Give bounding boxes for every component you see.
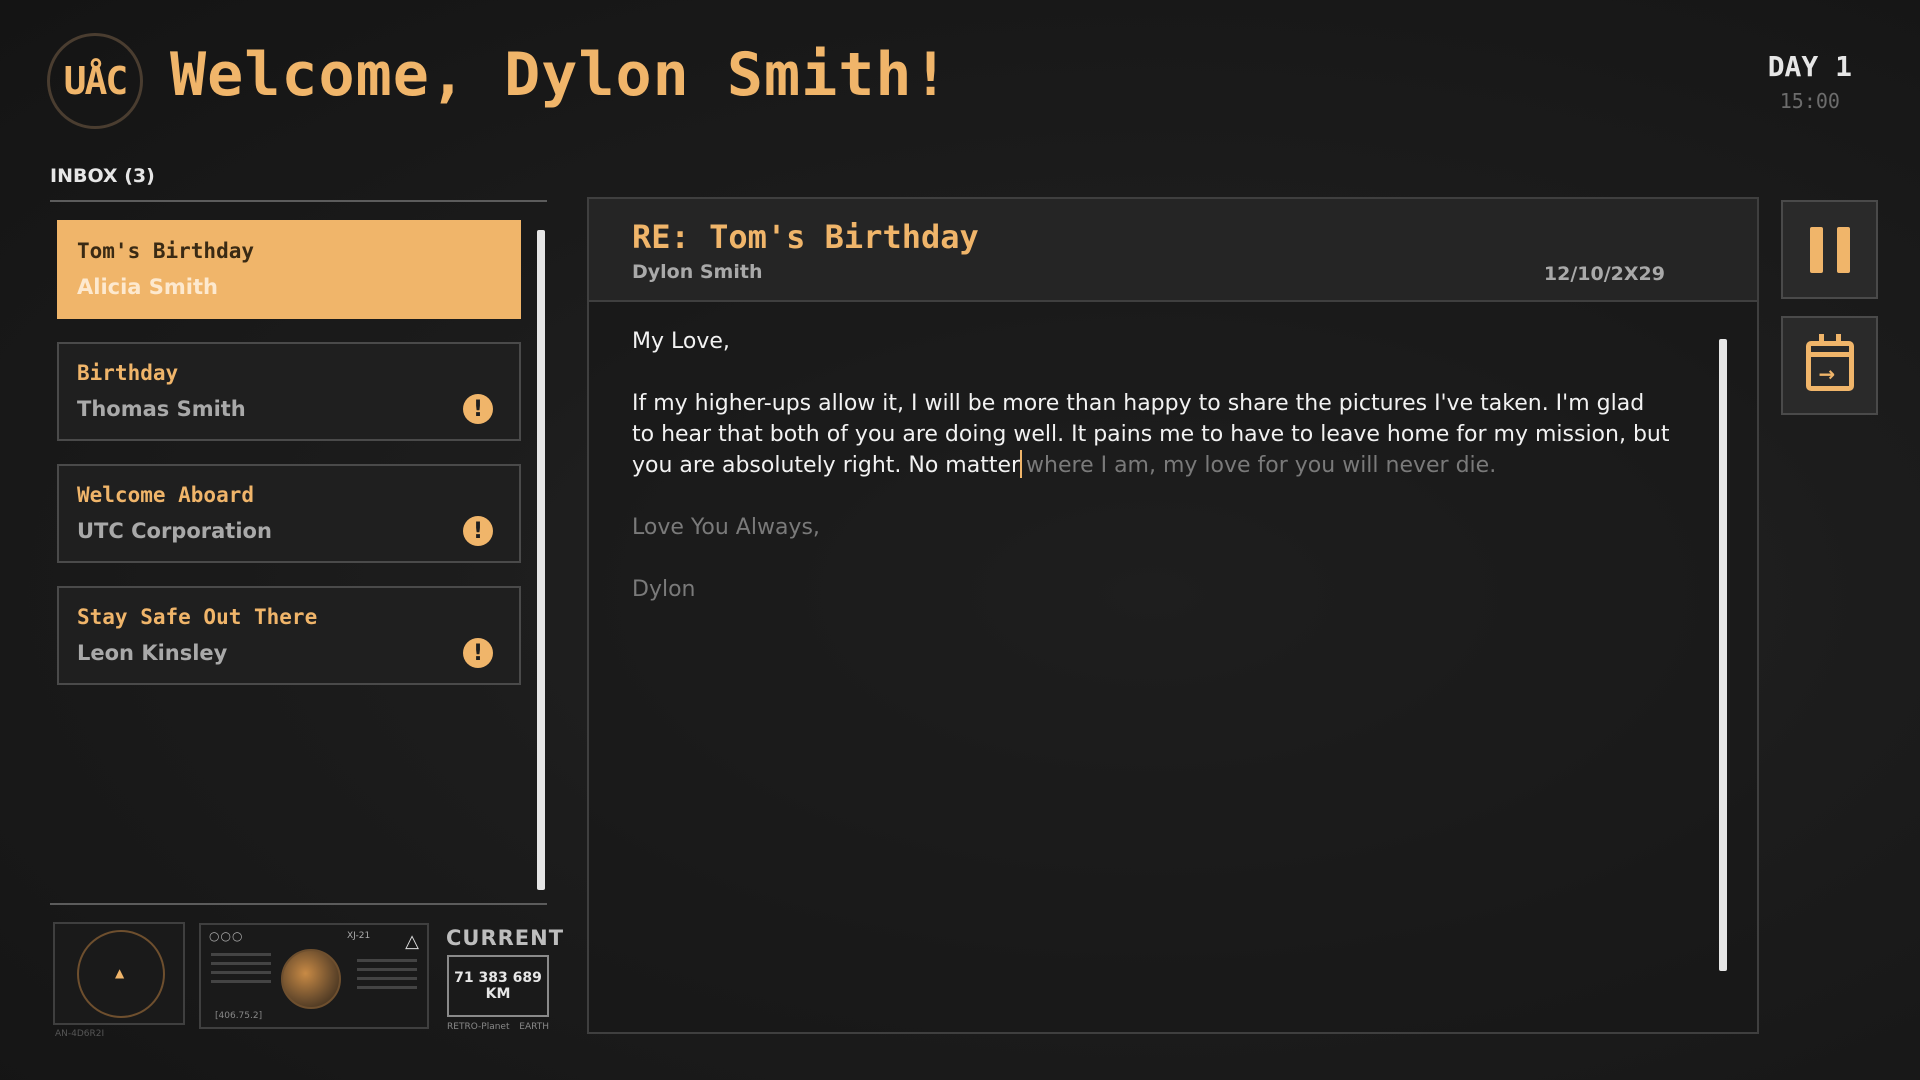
- pending-text: where I am, my love for you will never d…: [1026, 453, 1497, 478]
- mail-sender: Thomas Smith: [77, 397, 246, 421]
- distance-value: 71 383 689: [454, 970, 542, 986]
- planet-map-widget: ○○○ XJ-21 △ [406.75.2]: [199, 923, 429, 1029]
- email-header: RE: Tom's Birthday Dylon Smith 12/10/2X2…: [589, 199, 1757, 302]
- mail-subject: Tom's Birthday: [77, 239, 255, 263]
- mail-item-welcome-aboard[interactable]: Welcome Aboard UTC Corporation !: [57, 464, 521, 563]
- map-coordinates: [406.75.2]: [215, 1011, 263, 1021]
- ship-marker-icon: ▲: [115, 966, 125, 980]
- mail-subject: Stay Safe Out There: [77, 605, 318, 629]
- unread-alert-icon: !: [463, 638, 493, 668]
- email-date: 12/10/2X29: [1543, 263, 1665, 285]
- email-sender: Dylon Smith: [632, 261, 763, 283]
- mail-subject: Welcome Aboard: [77, 483, 255, 507]
- inbox-label: INBOX (3): [50, 165, 155, 187]
- mail-sender: UTC Corporation: [77, 519, 272, 543]
- radar-caption: AN-4D6R2I: [55, 1029, 105, 1039]
- mail-item-toms-birthday[interactable]: Tom's Birthday Alicia Smith: [57, 220, 521, 319]
- mail-sender: Leon Kinsley: [77, 641, 228, 665]
- logo-text: UÅC: [63, 59, 129, 103]
- mail-sender: Alicia Smith: [77, 275, 218, 299]
- distance-readout: 71 383 689 KM: [447, 955, 549, 1017]
- distance-caption: RETRO-Planet EARTH: [447, 1022, 549, 1032]
- next-day-button[interactable]: →: [1781, 316, 1878, 415]
- distance-caption-from: RETRO-Planet: [447, 1022, 510, 1032]
- email-greeting: My Love,: [632, 329, 730, 354]
- email-scrollbar[interactable]: [1719, 339, 1727, 971]
- email-body[interactable]: My Love, If my higher-ups allow it, I wi…: [632, 326, 1672, 636]
- map-tag: XJ-21: [347, 931, 371, 941]
- mail-subject: Birthday: [77, 361, 179, 385]
- inbox-bottom-divider: [50, 903, 547, 905]
- inbox-scrollbar[interactable]: [537, 230, 545, 890]
- email-signature: Dylon: [632, 577, 696, 602]
- radar-widget: ▲: [53, 922, 185, 1025]
- unread-alert-icon: !: [463, 516, 493, 546]
- time-label: 15:00: [1779, 89, 1840, 113]
- data-lines: [211, 953, 271, 989]
- distance-unit: KM: [485, 986, 511, 1002]
- warning-triangle-icon: △: [405, 931, 419, 952]
- pause-button[interactable]: [1781, 200, 1878, 299]
- current-label: CURRENT: [446, 926, 565, 950]
- mail-item-birthday[interactable]: Birthday Thomas Smith !: [57, 342, 521, 441]
- email-closing: Love You Always,: [632, 515, 820, 540]
- data-lines-right: [357, 959, 417, 995]
- welcome-title: Welcome, Dylon Smith!: [170, 40, 950, 110]
- inbox-list: Tom's Birthday Alicia Smith Birthday Tho…: [57, 220, 521, 708]
- unread-alert-icon: !: [463, 394, 493, 424]
- text-cursor: [1020, 450, 1023, 478]
- email-subject: RE: Tom's Birthday: [632, 218, 979, 256]
- mail-item-stay-safe[interactable]: Stay Safe Out There Leon Kinsley !: [57, 586, 521, 685]
- uac-logo: UÅC: [47, 33, 143, 129]
- day-label: DAY 1: [1767, 50, 1852, 83]
- calendar-next-icon: →: [1805, 333, 1854, 391]
- status-dots-icon: ○○○: [209, 929, 244, 943]
- email-paragraph: If my higher-ups allow it, I will be mor…: [632, 388, 1672, 481]
- planet-globe-icon: [281, 949, 341, 1009]
- day-clock: DAY 1 15:00: [1768, 50, 1852, 113]
- inbox-divider: [50, 200, 547, 202]
- email-panel: RE: Tom's Birthday Dylon Smith 12/10/2X2…: [587, 197, 1759, 1034]
- distance-caption-to: EARTH: [519, 1022, 549, 1032]
- pause-icon: [1809, 226, 1850, 273]
